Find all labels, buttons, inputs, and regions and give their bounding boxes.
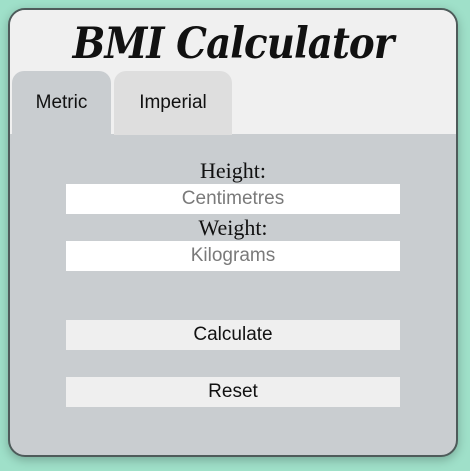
tab-metric[interactable]: Metric [12,71,111,135]
weight-input[interactable] [66,241,400,271]
calculate-button[interactable]: Calculate [66,320,400,350]
app-title: BMI Calculator [72,19,395,69]
bmi-calculator-card: BMI Calculator Metric Imperial Height: W… [8,8,458,457]
tab-imperial[interactable]: Imperial [114,71,232,135]
reset-button[interactable]: Reset [66,377,400,407]
weight-label: Weight: [198,215,268,240]
height-label: Height: [200,158,266,183]
height-input[interactable] [66,184,400,214]
